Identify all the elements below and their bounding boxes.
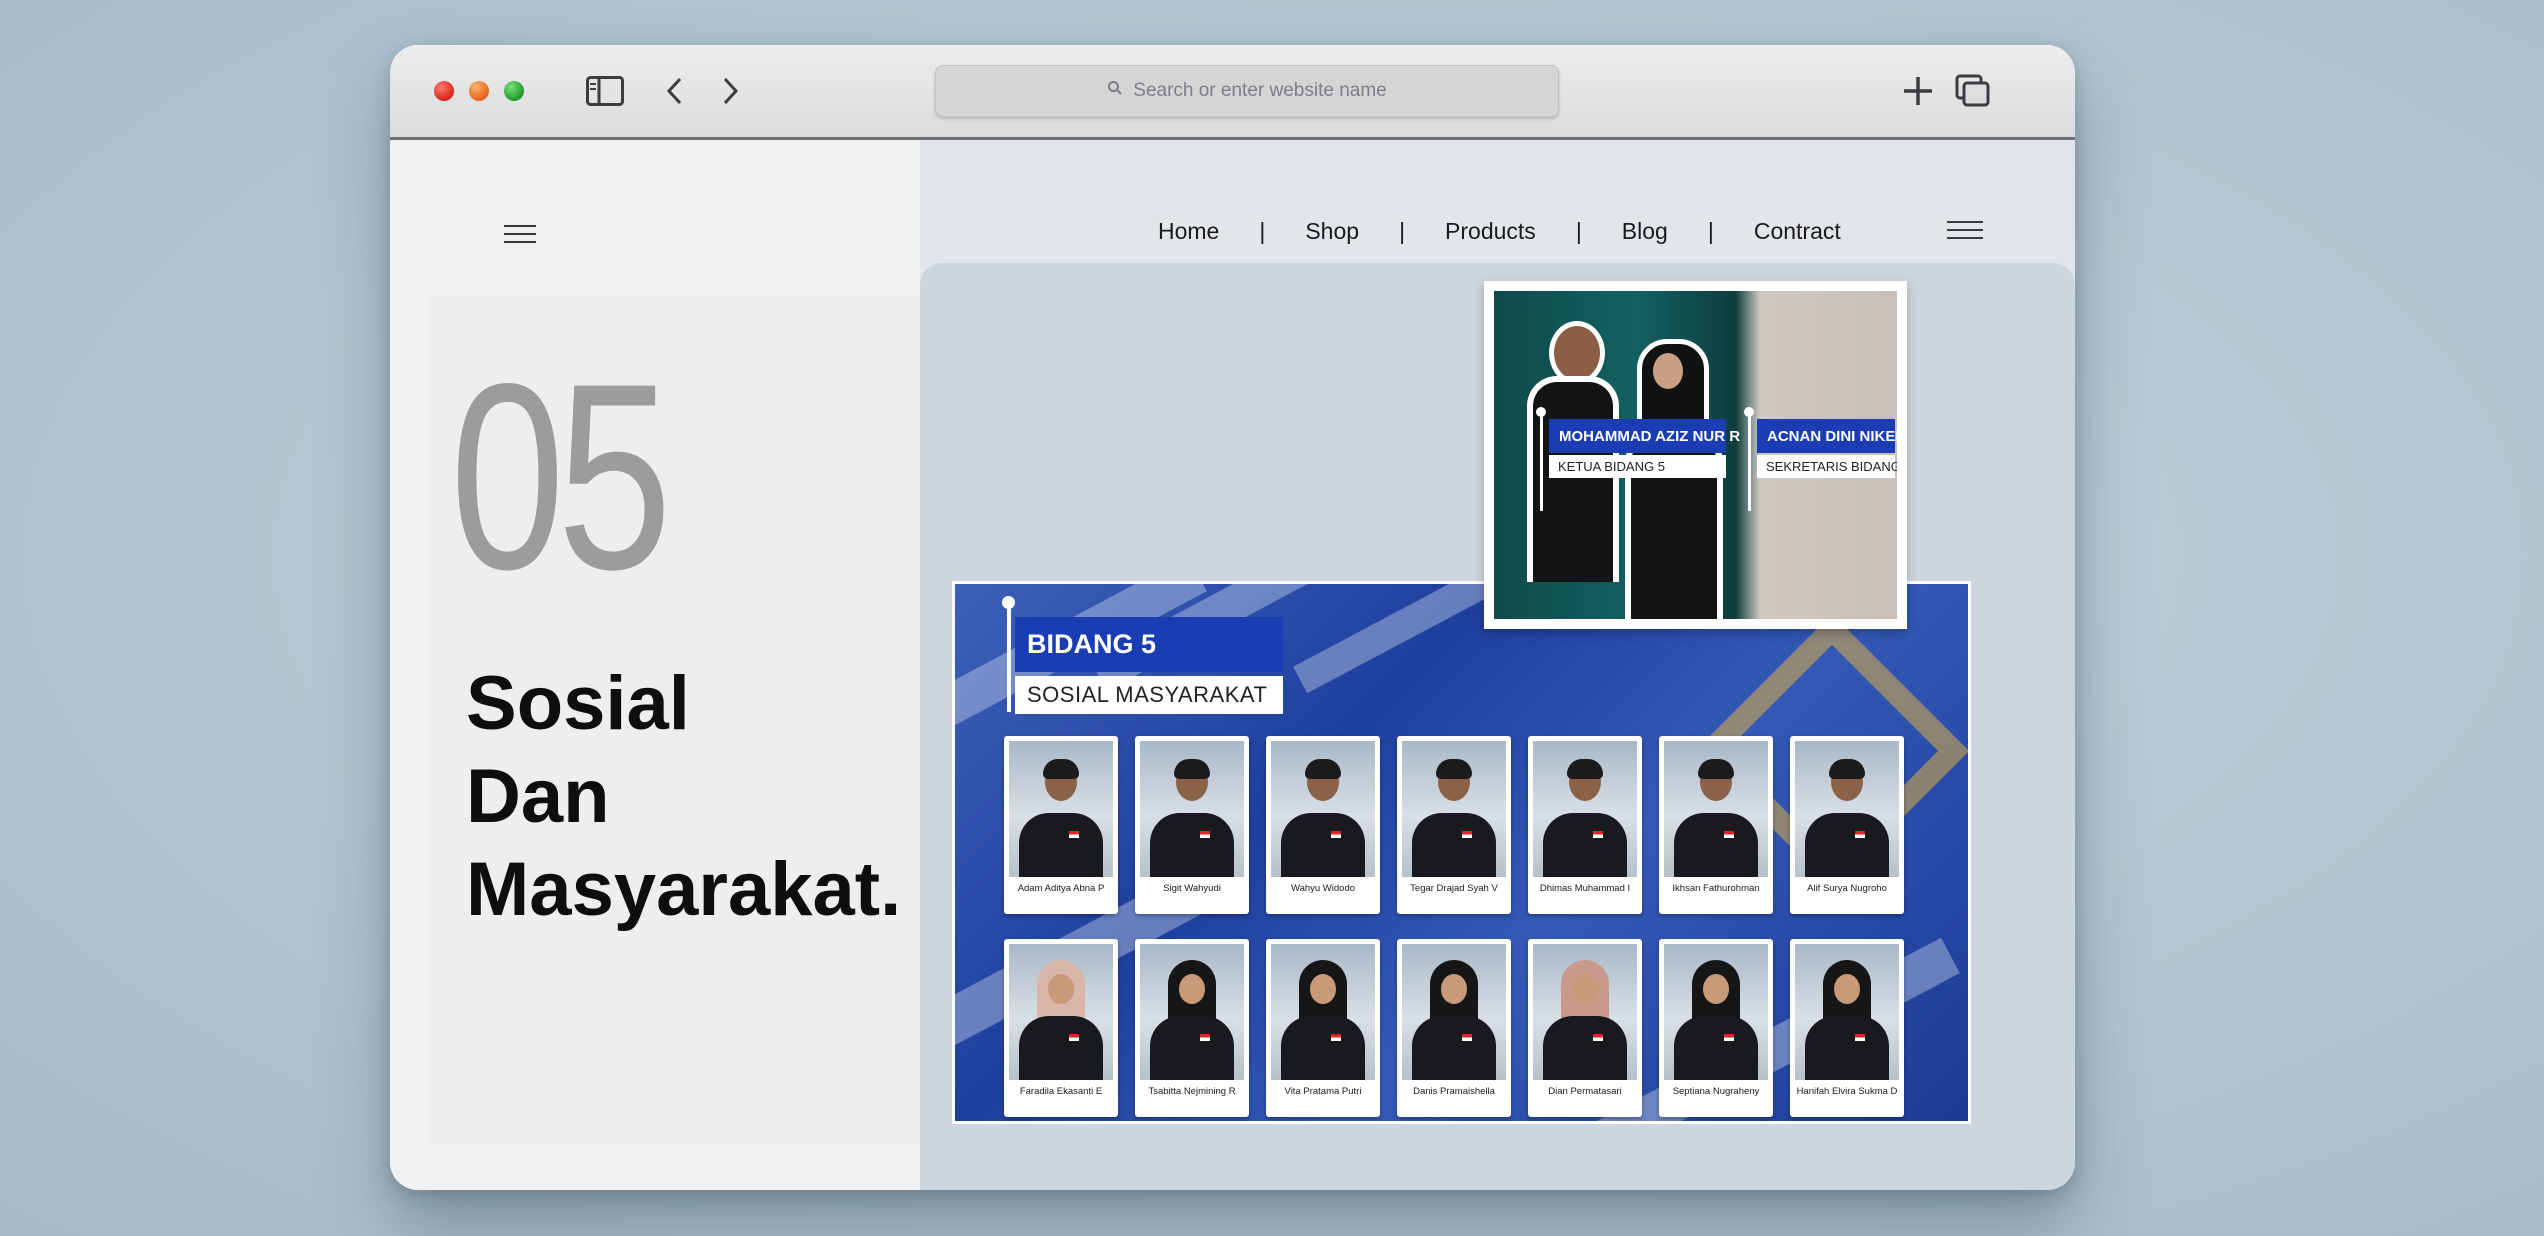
member-photo <box>1402 944 1506 1080</box>
member-name: Ikhsan Fathurohman <box>1672 883 1760 894</box>
member-photo <box>1402 741 1506 877</box>
browser-toolbar: Search or enter website name <box>390 45 2075 140</box>
member-card: Adam Aditya Abna P <box>1004 736 1118 914</box>
nav-separator: | <box>1575 217 1582 244</box>
group-title: BIDANG 5 <box>1015 617 1283 672</box>
member-name: Wahyu Widodo <box>1290 883 1356 894</box>
section-number: 05 <box>450 329 672 625</box>
nav-separator: | <box>1707 217 1714 244</box>
member-photo <box>1795 944 1899 1080</box>
forward-arrow-icon[interactable] <box>710 73 750 109</box>
member-card: Danis Pramaishella <box>1397 939 1511 1117</box>
leader-name-1: MOHAMMAD AZIZ NUR R <box>1549 419 1740 453</box>
leader-name-2: ACNAN DINI NIKEN P D <box>1757 419 1897 453</box>
hamburger-menu-icon[interactable] <box>504 225 536 249</box>
member-photo <box>1533 944 1637 1080</box>
tabs-overview-icon[interactable] <box>1953 73 1993 109</box>
nav-separator: | <box>1259 217 1266 244</box>
back-arrow-icon[interactable] <box>655 73 695 109</box>
member-card: Faradila Ekasanti E <box>1004 939 1118 1117</box>
member-name: Vita Pratama Putri <box>1284 1086 1362 1097</box>
flag-pole <box>1007 602 1011 712</box>
member-name: Sigit Wahyudi <box>1163 883 1221 894</box>
leader-role-2: SEKRETARIS BIDANG 5 <box>1757 455 1897 478</box>
member-card: Dhimas Muhammad I <box>1528 736 1642 914</box>
member-photo <box>1009 741 1113 877</box>
browser-window: Search or enter website name Home | Shop… <box>390 45 2075 1190</box>
member-card: Alif Surya Nugroho <box>1790 736 1904 914</box>
nav-separator: | <box>1399 217 1406 244</box>
close-window-button[interactable] <box>434 81 454 101</box>
member-collage: BIDANG 5 SOSIAL MASYARAKAT Adam Aditya A… <box>952 581 1971 1124</box>
section-heading: Sosial Dan Masyarakat. <box>466 657 901 936</box>
member-name: Hanifah Elvira Sukma D <box>1796 1086 1898 1097</box>
member-photo <box>1271 944 1375 1080</box>
member-name: Alif Surya Nugroho <box>1807 883 1887 894</box>
leader-role-1: KETUA BIDANG 5 <box>1549 455 1726 478</box>
member-photo <box>1795 741 1899 877</box>
group-subtitle: SOSIAL MASYARAKAT <box>1015 676 1283 714</box>
leader-flag-pole-cap <box>1536 407 1546 417</box>
member-photo <box>1271 741 1375 877</box>
member-name: Adam Aditya Abna P <box>1017 883 1105 894</box>
minimize-window-button[interactable] <box>469 81 489 101</box>
member-name: Dian Permatasari <box>1548 1086 1622 1097</box>
leader-figure-2 <box>1619 339 1729 619</box>
member-photo <box>1140 741 1244 877</box>
search-icon <box>1107 80 1123 102</box>
menu-icon[interactable] <box>1947 221 1983 245</box>
heading-line: Dan <box>466 754 610 839</box>
member-photo <box>1533 741 1637 877</box>
member-name: Tegar Drajad Syah V <box>1410 883 1498 894</box>
heading-line: Masyarakat. <box>466 847 902 932</box>
member-name: Septiana Nugraheny <box>1672 1086 1760 1097</box>
address-bar[interactable]: Search or enter website name <box>935 65 1559 117</box>
leaders-photo: MOHAMMAD AZIZ NUR R KETUA BIDANG 5 ACNAN… <box>1494 291 1897 619</box>
flag-pole-cap <box>1002 596 1015 609</box>
member-photo <box>1664 944 1768 1080</box>
member-photo <box>1009 944 1113 1080</box>
member-name: Danis Pramaishella <box>1413 1086 1495 1097</box>
member-name: Dhimas Muhammad I <box>1539 883 1631 894</box>
address-bar-placeholder: Search or enter website name <box>1133 80 1387 101</box>
nav-item-blog[interactable]: Blog <box>1622 218 1668 245</box>
member-name: Tsabitta Nejmining R <box>1148 1086 1236 1097</box>
member-photo <box>1140 944 1244 1080</box>
member-card: Ikhsan Fathurohman <box>1659 736 1773 914</box>
main-navigation: Home | Shop | Products | Blog | Contract <box>1158 213 1841 249</box>
leader-flag-pole <box>1748 411 1751 511</box>
member-card: Wahyu Widodo <box>1266 736 1380 914</box>
member-card: Septiana Nugraheny <box>1659 939 1773 1117</box>
leader-flag-pole-cap <box>1744 407 1754 417</box>
nav-item-shop[interactable]: Shop <box>1305 218 1359 245</box>
leader-flag-pole <box>1540 411 1543 511</box>
leaders-photo-card: MOHAMMAD AZIZ NUR R KETUA BIDANG 5 ACNAN… <box>1484 281 1907 629</box>
member-photo <box>1664 741 1768 877</box>
member-card: Sigit Wahyudi <box>1135 736 1249 914</box>
member-card: Tegar Drajad Syah V <box>1397 736 1511 914</box>
nav-item-contract[interactable]: Contract <box>1754 218 1841 245</box>
nav-item-products[interactable]: Products <box>1445 218 1536 245</box>
member-card: Hanifah Elvira Sukma D <box>1790 939 1904 1117</box>
nav-item-home[interactable]: Home <box>1158 218 1219 245</box>
member-name: Faradila Ekasanti E <box>1019 1086 1103 1097</box>
member-card: Dian Permatasari <box>1528 939 1642 1117</box>
member-card: Tsabitta Nejmining R <box>1135 939 1249 1117</box>
new-tab-plus-icon[interactable] <box>1898 73 1938 109</box>
heading-line: Sosial <box>466 661 690 746</box>
maximize-window-button[interactable] <box>504 81 524 101</box>
sidebar-toggle-icon[interactable] <box>585 73 625 109</box>
member-card: Vita Pratama Putri <box>1266 939 1380 1117</box>
